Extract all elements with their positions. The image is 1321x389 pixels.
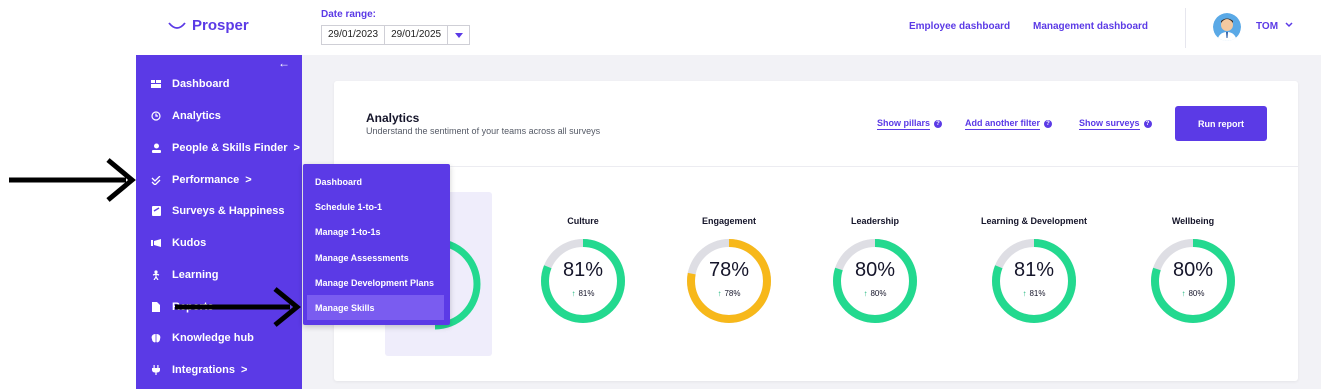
arrow-right-icon	[175, 287, 301, 327]
annotation-arrows	[9, 158, 301, 327]
page: Prosper Date range: 29/01/2023 29/01/202…	[0, 0, 1321, 389]
arrow-right-icon	[9, 158, 136, 202]
